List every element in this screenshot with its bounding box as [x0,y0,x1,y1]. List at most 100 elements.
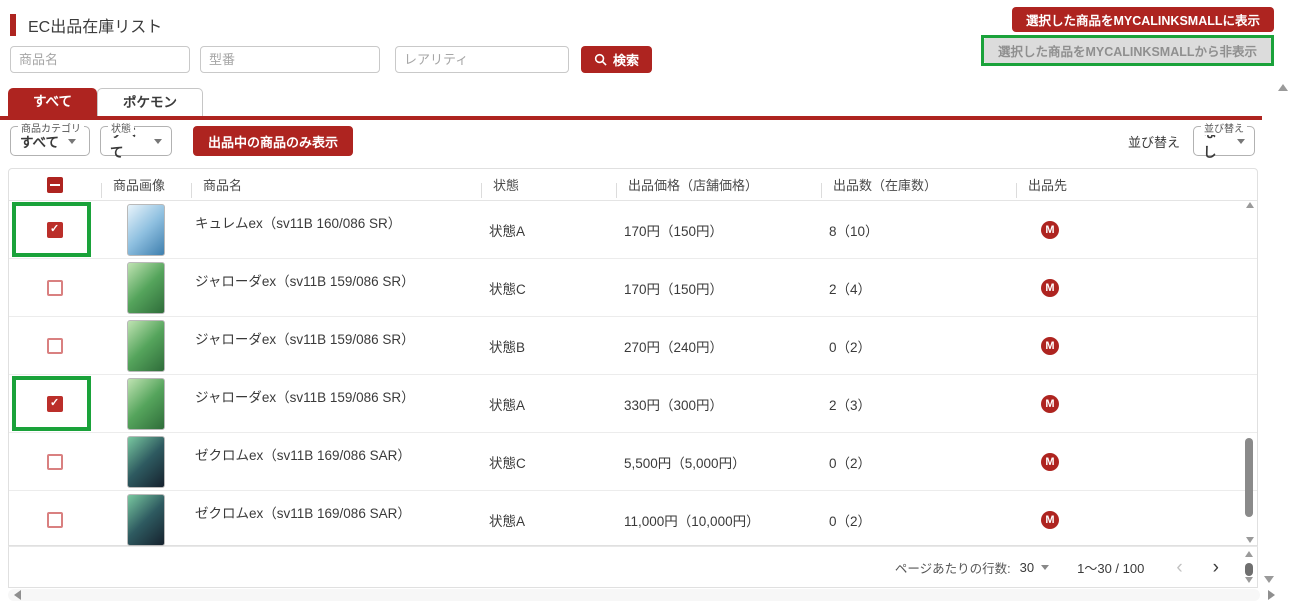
table-row: ジャローダex（sv11B 159/086 SR） 状態C 170円（150円）… [9,259,1257,317]
page-scroll-up-icon[interactable] [1278,84,1288,91]
product-image-cell [101,491,191,549]
sort-select[interactable]: 並び替え なし [1193,120,1255,160]
tab-pokemon[interactable]: ポケモン [97,88,204,116]
page-scroll-down-icon[interactable] [1264,576,1274,583]
count-value: 2（4） [829,281,872,297]
row-checkbox[interactable] [47,512,63,528]
count-value: 2（3） [829,397,872,413]
count-value: 8（10） [829,223,879,239]
rows-per-page-select[interactable]: 30 [1020,560,1050,575]
destination-cell: M [1016,201,1257,258]
card-image [127,377,165,430]
hide-from-mall-button[interactable]: 選択した商品をMYCALINKSMALLから非表示 [983,38,1271,63]
search-button[interactable]: 検索 [581,46,653,73]
mycalinks-icon: M [1041,394,1059,413]
table-row: ジャローダex（sv11B 159/086 SR） 状態A 330円（300円）… [9,375,1257,433]
tab-all[interactable]: すべて [8,88,98,116]
scroll-up-icon[interactable] [1245,551,1253,557]
sort-label-text: 並び替え [1127,134,1180,150]
row-checkbox[interactable] [47,395,63,412]
condition-value: 状態A [489,223,526,239]
page-range-text: 1〜30 / 100 [1077,560,1145,576]
col-header-name: 商品名 [191,175,481,198]
category-tabs: すべて ポケモン [8,88,204,116]
col-header-count: 出品数（在庫数） [821,175,1016,198]
product-image-cell [101,259,191,316]
select-all-checkbox[interactable] [47,176,63,193]
listing-only-button[interactable]: 出品中の商品のみ表示 [193,126,354,156]
show-on-mall-button[interactable]: 選択した商品をMYCALINKSMALLに表示 [1011,7,1274,32]
condition-value: 状態C [489,281,526,297]
mycalinks-icon: M [1041,220,1059,239]
condition-select-label: 状態 [108,120,134,135]
footer-scrollbar-thumb[interactable] [1245,563,1253,576]
search-button-label: 検索 [613,53,640,68]
destination-cell: M [1016,259,1257,316]
col-header-condition: 状態 [481,175,616,198]
tab-underline-bar [0,116,1262,120]
card-image [127,319,165,372]
condition-value: 状態A [489,514,526,529]
rarity-input[interactable] [395,46,569,73]
app-root: EC出品在庫リスト 選択した商品をMYCALINKSMALLに表示 選択した商品… [0,0,1290,615]
product-image-cell [101,375,191,432]
table-row: ゼクロムex（sv11B 169/086 SAR） 状態A 11,000円（10… [9,491,1257,549]
destination-cell: M [1016,375,1257,432]
search-icon [594,53,607,66]
card-image [127,203,165,256]
row-checkbox[interactable] [47,221,63,238]
header-actions: 選択した商品をMYCALINKSMALLに表示 選択した商品をMYCALINKS… [980,7,1274,66]
inventory-table: 商品画像 商品名 状態 出品価格（店舗価格） 出品数（在庫数） 出品先 キュレム… [8,168,1258,546]
price-value: 11,000円（10,000円） [624,514,760,529]
row-checkbox[interactable] [47,337,63,354]
filter-bar: 商品カテゴリ すべて 状態 すべて 出品中の商品のみ表示 [10,120,354,160]
table-body: キュレムex（sv11B 160/086 SR） 状態A 170円（150円） … [9,201,1257,549]
row-select-cell [9,491,101,549]
table-row: キュレムex（sv11B 160/086 SR） 状態A 170円（150円） … [9,201,1257,259]
search-bar: 検索 [10,46,653,73]
mycalinks-icon: M [1041,511,1059,529]
condition-value: 状態B [489,339,526,355]
row-checkbox[interactable] [47,279,63,296]
count-value: 0（2） [829,514,872,529]
count-value: 0（2） [829,455,872,471]
product-name: ジャローダex（sv11B 159/086 SR） [195,274,415,289]
condition-select[interactable]: 状態 すべて [100,120,172,160]
select-all-cell [9,176,101,193]
page-title-text: EC出品在庫リスト [28,19,163,36]
scroll-down-icon[interactable] [1246,537,1254,543]
page-scroll-left-icon[interactable] [14,590,21,600]
title-accent-bar [10,14,16,36]
row-checkbox[interactable] [47,453,63,470]
destination-cell: M [1016,317,1257,374]
col-header-destination: 出品先 [1016,175,1257,198]
condition-value: 状態C [489,455,526,471]
col-header-price: 出品価格（店舗価格） [616,175,821,198]
category-select[interactable]: 商品カテゴリ すべて [10,120,90,156]
product-name-input[interactable] [10,46,190,73]
page-scroll-right-icon[interactable] [1268,590,1275,600]
next-page-button[interactable]: › [1211,558,1221,577]
caret-down-icon [1041,564,1050,570]
row-select-cell [9,201,101,258]
hide-button-highlight-box: 選択した商品をMYCALINKSMALLから非表示 [980,35,1274,66]
table-scrollbar-thumb[interactable] [1245,438,1253,517]
price-value: 270円（240円） [624,339,724,355]
sort-select-label: 並び替え [1201,120,1247,135]
mycalinks-icon: M [1041,336,1059,355]
card-image [127,261,165,314]
card-image [127,435,165,488]
horizontal-scrollbar[interactable] [8,589,1260,601]
destination-cell: M [1016,491,1257,549]
footer-scrollbar [1243,551,1255,583]
prev-page-button[interactable]: ‹ [1174,558,1184,577]
model-number-input[interactable] [200,46,380,73]
pagination-bar: ページあたりの行数: 30 1〜30 / 100 ‹ › [8,546,1258,588]
scroll-down-icon[interactable] [1245,577,1253,583]
mycalinks-icon: M [1041,452,1059,471]
row-select-cell [9,317,101,374]
scroll-up-icon[interactable] [1246,202,1254,208]
product-image-cell [101,317,191,374]
rows-per-page-label: ページあたりの行数: [894,561,1011,576]
row-select-cell [9,259,101,316]
